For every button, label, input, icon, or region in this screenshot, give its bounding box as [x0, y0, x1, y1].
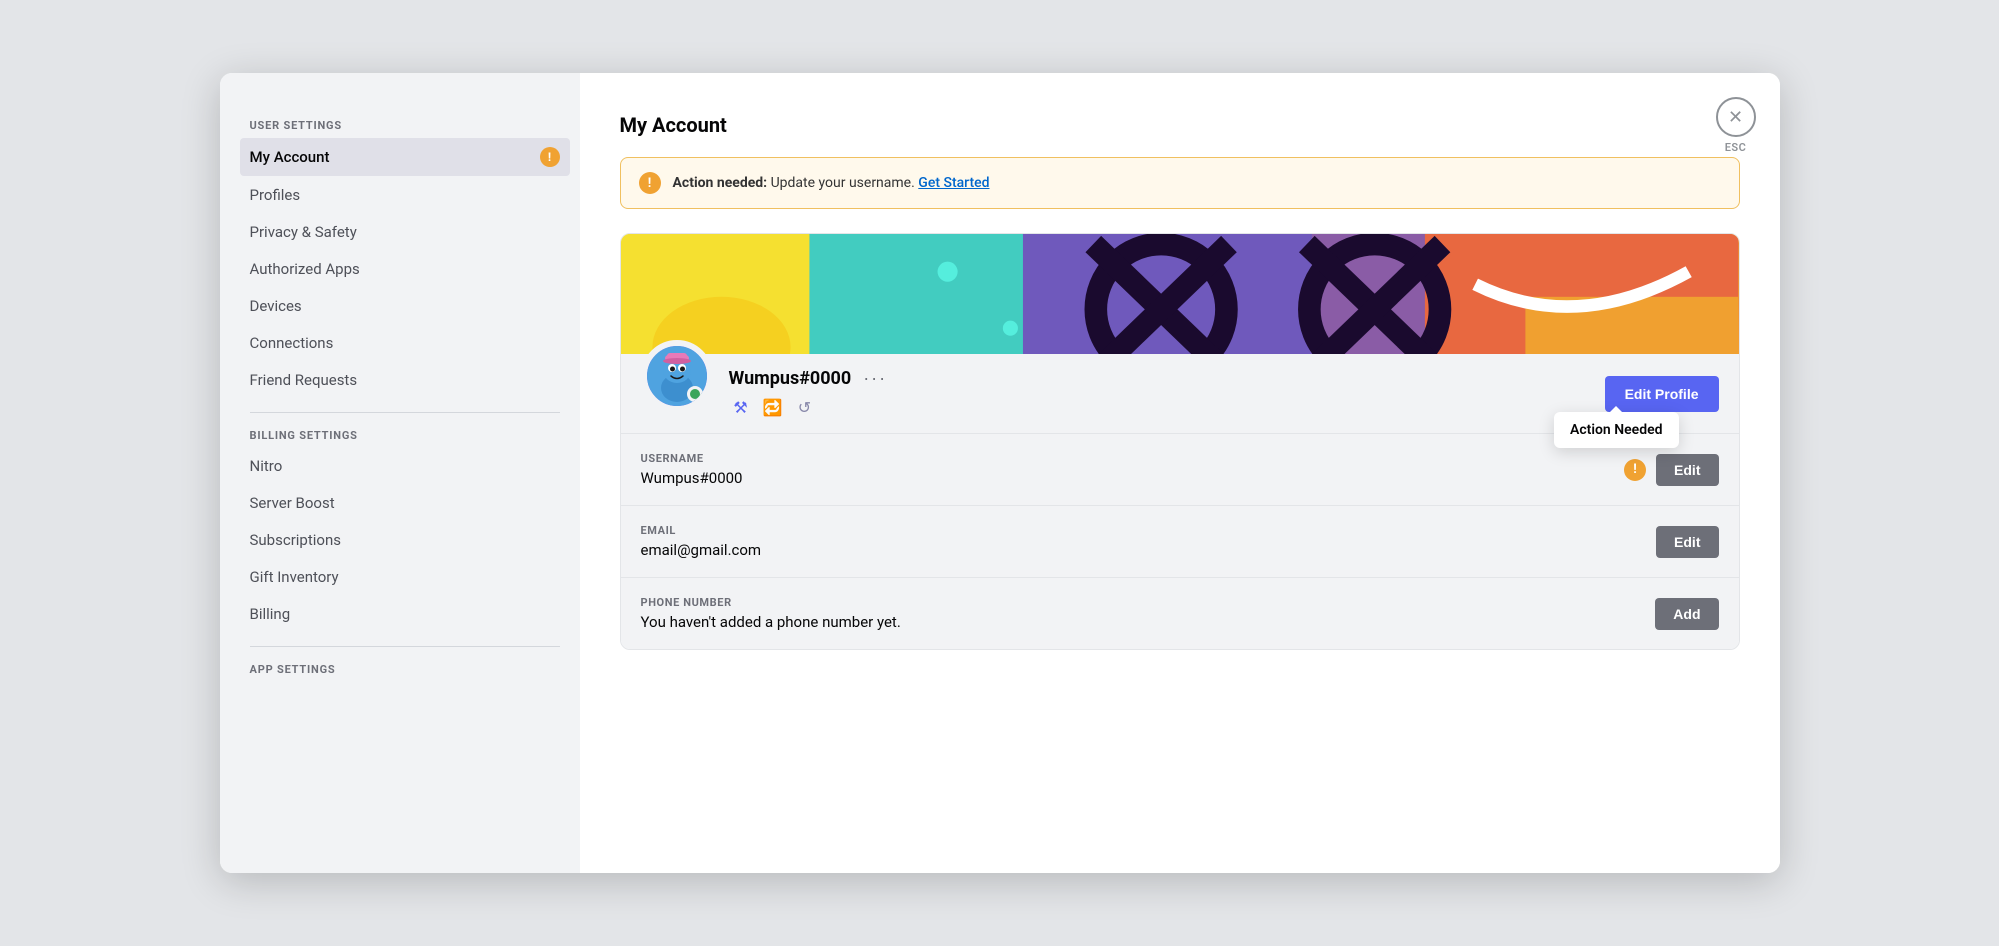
- field-value-username: Wumpus#0000: [641, 469, 743, 487]
- field-value-email: email@gmail.com: [641, 541, 762, 559]
- field-actions-phone: Add: [1655, 598, 1718, 630]
- username-display: Wumpus#0000: [729, 368, 852, 389]
- sidebar-divider-2: [250, 646, 560, 647]
- profile-banner: [621, 234, 1739, 354]
- sidebar-label-nitro: Nitro: [250, 457, 283, 475]
- sidebar-user-section: My Account! Profiles Privacy & Safety Autho…: [240, 138, 570, 398]
- sidebar-item-connections[interactable]: Connections: [240, 325, 570, 361]
- banner-art: [621, 234, 1739, 354]
- sidebar-item-privacy-safety[interactable]: Privacy & Safety: [240, 214, 570, 250]
- field-button-email[interactable]: Edit: [1656, 526, 1718, 558]
- field-label-phone: PHONE NUMBER: [641, 596, 901, 609]
- field-info-username: USERNAME Wumpus#0000: [641, 452, 743, 487]
- sidebar-item-authorized-apps[interactable]: Authorized Apps: [240, 251, 570, 287]
- close-button-area[interactable]: ✕ ESC: [1716, 97, 1756, 154]
- sidebar-item-nitro[interactable]: Nitro: [240, 448, 570, 484]
- sidebar-item-subscriptions[interactable]: Subscriptions: [240, 522, 570, 558]
- sidebar: USER SETTINGS My Account! Profiles Privacy…: [220, 73, 580, 873]
- sidebar-item-billing[interactable]: Billing: [240, 596, 570, 632]
- sidebar-label-gift-inventory: Gift Inventory: [250, 568, 339, 586]
- sidebar-label-server-boost: Server Boost: [250, 494, 335, 512]
- main-content: My Account ! Action needed: Update your …: [580, 73, 1780, 873]
- badge-circle-icon: ↺: [793, 395, 817, 419]
- action-banner: ! Action needed: Update your username. G…: [620, 157, 1740, 209]
- profile-info-row: Wumpus#0000 ··· ⚒ 🔁 ↺ Edit Profile: [621, 354, 1739, 433]
- profile-name-area: Wumpus#0000 ··· ⚒ 🔁 ↺: [729, 368, 1589, 419]
- profile-field-phone: PHONE NUMBER You haven't added a phone nu…: [621, 578, 1739, 649]
- sidebar-item-profiles[interactable]: Profiles: [240, 177, 570, 213]
- field-info-phone: PHONE NUMBER You haven't added a phone nu…: [641, 596, 901, 631]
- sidebar-label-profiles: Profiles: [250, 186, 301, 204]
- profile-fields: USERNAME Wumpus#0000! Edit EMAIL email@gmail…: [621, 433, 1739, 649]
- field-label-username: USERNAME: [641, 452, 743, 465]
- sidebar-label-privacy-safety: Privacy & Safety: [250, 223, 357, 241]
- sidebar-label-connections: Connections: [250, 334, 334, 352]
- profile-field-email: EMAIL email@gmail.com Edit: [621, 506, 1739, 578]
- online-badge: [687, 386, 703, 402]
- field-info-email: EMAIL email@gmail.com: [641, 524, 762, 559]
- profile-name: Wumpus#0000 ···: [729, 368, 1589, 389]
- action-banner-icon: !: [639, 172, 661, 194]
- sidebar-item-server-boost[interactable]: Server Boost: [240, 485, 570, 521]
- page-title: My Account: [620, 113, 1740, 137]
- avatar: [641, 340, 713, 412]
- sidebar-label-authorized-apps: Authorized Apps: [250, 260, 360, 278]
- field-actions-email: Edit: [1656, 526, 1718, 558]
- settings-modal: USER SETTINGS My Account! Profiles Privacy…: [220, 73, 1780, 873]
- user-settings-heading: USER SETTINGS: [240, 119, 570, 132]
- sidebar-label-billing: Billing: [250, 605, 291, 623]
- field-label-email: EMAIL: [641, 524, 762, 537]
- action-needed-tooltip: Action Needed: [1554, 412, 1678, 448]
- profile-badges: ⚒ 🔁 ↺: [729, 395, 1589, 419]
- sidebar-label-subscriptions: Subscriptions: [250, 531, 341, 549]
- sidebar-label-friend-requests: Friend Requests: [250, 371, 358, 389]
- sidebar-divider-1: [250, 412, 560, 413]
- field-actions-username: ! Edit: [1624, 454, 1718, 486]
- action-banner-text: Action needed: Update your username. Get…: [673, 175, 990, 191]
- close-icon[interactable]: ✕: [1716, 97, 1756, 137]
- sidebar-billing-section: Nitro Server Boost Subscriptions Gift Inven…: [240, 448, 570, 632]
- billing-settings-heading: BILLING SETTINGS: [240, 429, 570, 442]
- sidebar-item-gift-inventory[interactable]: Gift Inventory: [240, 559, 570, 595]
- badge-boost-icon: 🔁: [761, 395, 785, 419]
- field-button-username[interactable]: Edit: [1656, 454, 1718, 486]
- profile-more-button[interactable]: ···: [859, 368, 891, 389]
- tooltip-text: Action Needed: [1570, 422, 1662, 438]
- profile-card: Wumpus#0000 ··· ⚒ 🔁 ↺ Edit Profile: [620, 233, 1740, 650]
- sidebar-badge-my-account: !: [540, 147, 560, 167]
- sidebar-item-my-account[interactable]: My Account!: [240, 138, 570, 176]
- sidebar-item-friend-requests[interactable]: Friend Requests: [240, 362, 570, 398]
- sidebar-label-devices: Devices: [250, 297, 302, 315]
- field-button-phone[interactable]: Add: [1655, 598, 1718, 630]
- app-settings-heading: APP SETTINGS: [240, 663, 570, 676]
- sidebar-item-devices[interactable]: Devices: [240, 288, 570, 324]
- esc-label: ESC: [1725, 141, 1747, 154]
- badge-tools-icon: ⚒: [729, 395, 753, 419]
- action-banner-bold: Action needed:: [673, 175, 768, 191]
- field-value-phone: You haven't added a phone number yet.: [641, 613, 901, 631]
- warning-icon-username: !: [1624, 459, 1646, 481]
- sidebar-label-my-account: My Account: [250, 148, 330, 166]
- action-banner-message: Update your username.: [767, 175, 915, 191]
- action-banner-link[interactable]: Get Started: [918, 175, 989, 191]
